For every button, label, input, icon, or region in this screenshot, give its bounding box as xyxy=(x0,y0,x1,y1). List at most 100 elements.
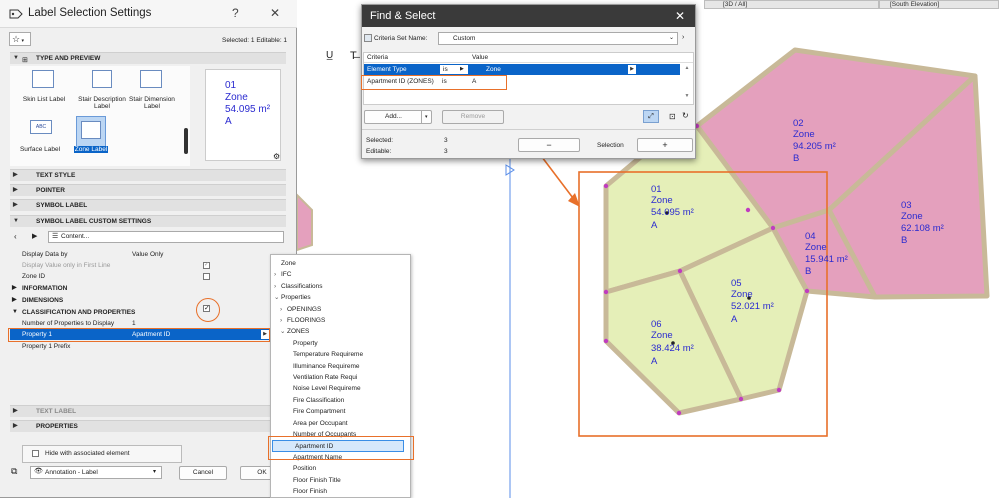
fs-titlebar[interactable]: Find & Select ✕ xyxy=(362,5,695,27)
menu-item[interactable]: › IFC xyxy=(271,269,410,281)
surface-label-icon[interactable]: ABC xyxy=(30,120,52,134)
layer-dropdown[interactable]: 👁 Annotation - Label ▾ xyxy=(30,466,162,479)
deselect-minus-button[interactable]: − xyxy=(518,138,580,152)
zone-id-checkbox[interactable] xyxy=(203,273,210,280)
lss-titlebar[interactable]: Label Selection Settings ? ✕ xyxy=(0,0,297,28)
menu-item[interactable]: Illuminance Requireme xyxy=(271,361,410,373)
menu-item-label: Floor Finish xyxy=(293,488,327,495)
menu-item[interactable]: Fire Compartment xyxy=(271,406,410,418)
menu-item[interactable]: › Classifications xyxy=(271,281,410,293)
menu-item[interactable]: Property xyxy=(271,338,410,350)
add-button[interactable]: Add... ▾ xyxy=(364,110,432,124)
property-1-highlight-box xyxy=(8,328,270,342)
close-button[interactable]: ✕ xyxy=(270,6,280,20)
row-information[interactable]: ▶ INFORMATION xyxy=(10,283,286,294)
eyedropper-icon[interactable]: ⤢ xyxy=(643,110,659,123)
label-icon xyxy=(9,9,23,19)
menu-item[interactable]: Area per Occupant xyxy=(271,418,410,430)
rotate-icon[interactable]: ↻ xyxy=(682,111,689,120)
menu-item[interactable]: ⌄ ZONES xyxy=(271,326,410,338)
menu-item[interactable]: › OPENINGS xyxy=(271,304,410,316)
favorites-button[interactable]: ☆ ▾ xyxy=(9,32,31,46)
select-plus-button[interactable]: + xyxy=(637,138,693,152)
editable-value: 3 xyxy=(444,148,448,155)
row-display-data-by[interactable]: Display Data by Value Only xyxy=(10,249,286,260)
menu-item[interactable]: Position xyxy=(271,463,410,475)
menu-item[interactable]: ⌄ Properties xyxy=(271,292,410,304)
section-custom-settings-label: SYMBOL LABEL CUSTOM SETTINGS xyxy=(36,218,152,225)
preview-settings-icon[interactable]: ⚙ xyxy=(273,152,280,161)
layer-dropdown-arrow: ▾ xyxy=(153,469,157,475)
criteria-set-value: Custom xyxy=(453,35,476,42)
svg-text:15.941 m²: 15.941 m² xyxy=(805,254,848,265)
help-button[interactable]: ? xyxy=(232,6,239,20)
section-symbol-label[interactable]: ▶ SYMBOL LABEL xyxy=(10,199,286,211)
row-classification[interactable]: ▼ CLASSIFICATION AND PROPERTIES xyxy=(10,307,286,318)
apartment-id-highlight-box xyxy=(361,75,507,90)
row-display-first-line[interactable]: Display Value only in First Line ✓ xyxy=(10,260,286,271)
classification-checkbox[interactable]: ✓ xyxy=(203,305,210,312)
fs-close-button[interactable]: ✕ xyxy=(675,9,685,23)
svg-text:52.021 m²: 52.021 m² xyxy=(731,301,774,312)
section-text-label-label: TEXT LABEL xyxy=(36,408,77,415)
section-properties[interactable]: ▶ PROPERTIES xyxy=(10,420,286,432)
svg-text:04: 04 xyxy=(805,231,816,242)
menu-item[interactable]: Ventilation Rate Requi xyxy=(271,372,410,384)
section-text-style[interactable]: ▶ TEXT STYLE xyxy=(10,169,286,181)
menu-item-label: Illuminance Requireme xyxy=(293,362,360,370)
col-criteria: Criteria xyxy=(367,54,388,61)
criteria-row-1-arrow-icon[interactable]: ▶ xyxy=(628,65,636,74)
skin-list-label-icon[interactable] xyxy=(32,70,54,88)
label-type-stair-dimension[interactable]: Stair Dimension Label xyxy=(122,96,182,110)
row-dimensions[interactable]: ▶ DIMENSIONS xyxy=(10,295,286,306)
row-property-1-prefix[interactable]: Property 1 Prefix xyxy=(10,341,286,352)
remove-button[interactable]: Remove xyxy=(442,110,504,124)
menu-item[interactable]: Noise Level Requireme xyxy=(271,383,410,395)
stair-dimension-label-icon[interactable] xyxy=(140,70,162,88)
label-type-surface[interactable]: Surface Label xyxy=(12,146,68,153)
menu-item[interactable]: Fire Classification xyxy=(271,395,410,407)
criteria-row-1-operator[interactable]: is ▶ xyxy=(440,65,468,74)
menu-item[interactable]: Temperature Requireme xyxy=(271,349,410,361)
section-type-preview[interactable]: ▼ ⊞ TYPE AND PREVIEW xyxy=(10,52,286,64)
toolbar-strike-icon[interactable]: T̶ xyxy=(350,50,357,62)
section-custom-settings[interactable]: ▼ SYMBOL LABEL CUSTOM SETTINGS xyxy=(10,215,286,227)
toolbar-underline-icon[interactable]: U̲ xyxy=(326,50,333,61)
hide-associated-label: Hide with associated element xyxy=(45,450,130,457)
menu-item-label: ZONES xyxy=(287,328,310,336)
nav-forward-icon[interactable]: ▶ xyxy=(32,232,37,240)
row-zone-id[interactable]: Zone ID xyxy=(10,271,286,282)
menu-item[interactable]: Floor Finish Title xyxy=(271,475,410,487)
menu-item[interactable]: › FLOORINGS xyxy=(271,315,410,327)
svg-text:B: B xyxy=(793,153,799,164)
tab-3d-all[interactable]: [3D / All] xyxy=(704,0,879,9)
menu-item[interactable]: Floor Finish xyxy=(271,486,410,498)
criteria-table-scrollbar[interactable]: ▲ ▼ xyxy=(683,65,691,105)
menu-item-label: Zone xyxy=(281,260,296,267)
criteria-row-element-type[interactable]: Element Type is ▶ Zone ▶ xyxy=(364,64,680,75)
section-pointer[interactable]: ▶ POINTER xyxy=(10,184,286,196)
display-first-line-checkbox[interactable]: ✓ xyxy=(203,262,210,269)
svg-text:03: 03 xyxy=(901,200,912,211)
label-type-skin-list[interactable]: Skin List Label xyxy=(16,96,72,103)
menu-item-label: FLOORINGS xyxy=(287,317,326,324)
menu-item[interactable]: Zone xyxy=(271,258,410,270)
stair-description-label-icon[interactable] xyxy=(92,70,112,88)
label-type-scrollbar[interactable] xyxy=(184,128,188,154)
label-type-zone[interactable]: Zone Label xyxy=(74,146,108,153)
criteria-set-dropdown[interactable]: Custom ⌄ xyxy=(438,32,678,45)
tab-south-elevation[interactable]: [South Elevation] xyxy=(879,0,999,9)
cancel-button[interactable]: Cancel xyxy=(179,466,227,480)
marquee-icon[interactable]: ⊡ xyxy=(669,112,676,121)
section-text-label[interactable]: ▶ TEXT LABEL xyxy=(10,405,286,417)
property-1-prefix-label: Property 1 Prefix xyxy=(22,343,71,350)
display-data-by-value[interactable]: Value Only xyxy=(132,249,163,260)
hide-associated-checkbox[interactable] xyxy=(32,450,39,457)
selected-value: 3 xyxy=(444,137,448,144)
selected-label: Selected: xyxy=(366,137,394,144)
nav-back-icon[interactable]: ‹ xyxy=(14,232,17,241)
criteria-set-extra-icon[interactable]: › xyxy=(682,34,684,41)
content-dropdown[interactable]: ☰ Content... xyxy=(48,231,284,243)
content-dropdown-label: Content... xyxy=(61,233,90,240)
label-type-list[interactable]: Skin List Label Stair Description Label … xyxy=(10,66,190,166)
